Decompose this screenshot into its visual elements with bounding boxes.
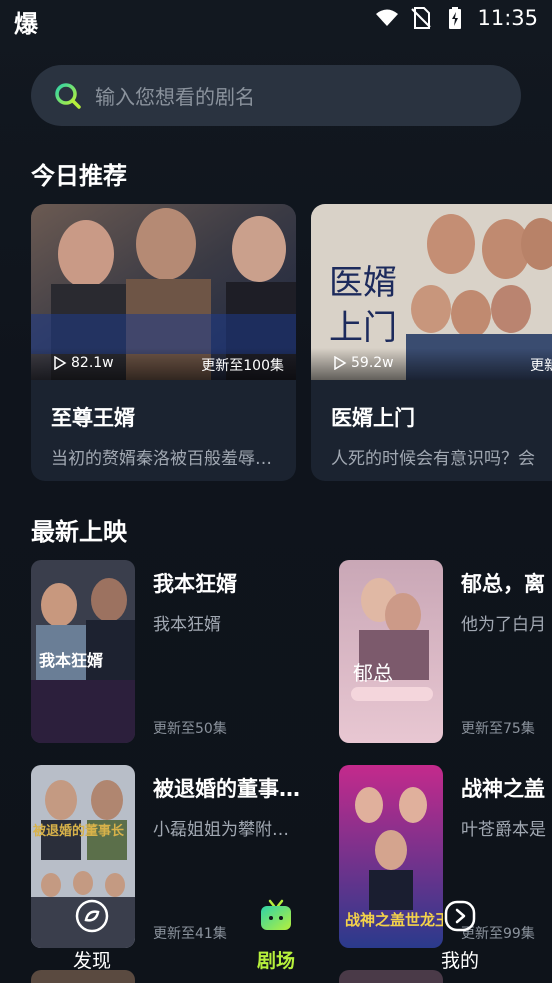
- drama-title: 郁总，离: [461, 572, 545, 596]
- play-count: 82.1w: [53, 355, 114, 371]
- latest-drama-item[interactable]: 郁总 郁总，离 他为了白月 更新至75集: [339, 560, 552, 745]
- recommend-card[interactable]: 82.1w 更新至100集 至尊王婿 当初的赘婿秦洛被百般羞辱…: [31, 204, 296, 481]
- discover-icon: [75, 899, 109, 933]
- svg-text:医婿: 医婿: [329, 263, 397, 303]
- episode-status: 更新至100集: [201, 358, 284, 374]
- status-bar: 爆 11:35: [0, 0, 552, 40]
- drama-description: 当初的赘婿秦洛被百般羞辱…: [51, 449, 272, 469]
- drama-title: 我本狂婿: [153, 572, 237, 596]
- drama-title: 被退婚的董事…: [153, 777, 300, 801]
- drama-description: 我本狂婿: [153, 615, 221, 635]
- nav-label: 剧场: [256, 950, 295, 972]
- search-bar[interactable]: 输入您想看的剧名: [31, 65, 521, 126]
- svg-text:被退婚的董事长: 被退婚的董事长: [32, 823, 125, 839]
- status-icons: 11:35: [375, 6, 538, 30]
- profile-play-icon: [444, 900, 476, 932]
- battery-charging-icon: [449, 7, 462, 29]
- poster-image: 我本狂婿: [31, 560, 135, 743]
- svg-text:我本狂婿: 我本狂婿: [39, 651, 103, 670]
- drama-description: 人死的时候会有意识吗？会: [331, 449, 535, 469]
- svg-text:郁总: 郁总: [353, 661, 393, 685]
- theater-tv-icon: [261, 899, 291, 930]
- nav-label: 我的: [440, 950, 479, 972]
- svg-text:上门: 上门: [329, 308, 397, 348]
- episode-status: 更新至60集: [530, 358, 552, 374]
- latest-drama-item[interactable]: 我本狂婿 我本狂婿 我本狂婿 更新至50集: [31, 560, 331, 745]
- play-count-value: 82.1w: [71, 355, 114, 371]
- nav-label: 发现: [72, 950, 111, 972]
- play-count-value: 59.2w: [351, 355, 394, 371]
- drama-title: 至尊王婿: [51, 406, 135, 430]
- drama-description: 小磊姐姐为攀附…: [153, 820, 289, 840]
- search-icon: [55, 82, 81, 109]
- drama-description: 他为了白月: [461, 615, 546, 635]
- poster-image: 郁总: [339, 560, 443, 743]
- drama-title: 医婿上门: [331, 406, 415, 430]
- search-input[interactable]: 输入您想看的剧名: [95, 81, 255, 110]
- drama-description: 叶苍爵本是: [461, 820, 546, 840]
- recommend-section-title: 今日推荐: [31, 162, 127, 190]
- play-count: 59.2w: [333, 355, 394, 371]
- recommend-card[interactable]: 医婿 上门 59.2w 更新至60集 医婿上门 人死的时候会有意识吗？会: [311, 204, 552, 481]
- no-sim-icon: [411, 7, 432, 29]
- play-icon: [54, 356, 67, 370]
- episode-status: 更新至50集: [153, 721, 227, 737]
- nav-theater[interactable]: 剧场: [231, 898, 321, 973]
- episode-status: 更新至75集: [461, 721, 535, 737]
- drama-title: 战神之盖: [461, 777, 545, 801]
- bottom-navigation: 发现 剧场 我的: [0, 890, 552, 983]
- nav-discover[interactable]: 发现: [47, 898, 137, 973]
- screen: 爆 11:35 输入您想看的剧名 今日推荐 82.1w 更新至100集 至尊王婿…: [0, 0, 552, 983]
- status-app-icon: 爆: [14, 10, 38, 38]
- status-time: 11:35: [477, 6, 538, 30]
- play-icon: [334, 356, 347, 370]
- latest-section-title: 最新上映: [31, 518, 127, 546]
- wifi-icon: [376, 9, 399, 26]
- nav-profile[interactable]: 我的: [415, 898, 505, 973]
